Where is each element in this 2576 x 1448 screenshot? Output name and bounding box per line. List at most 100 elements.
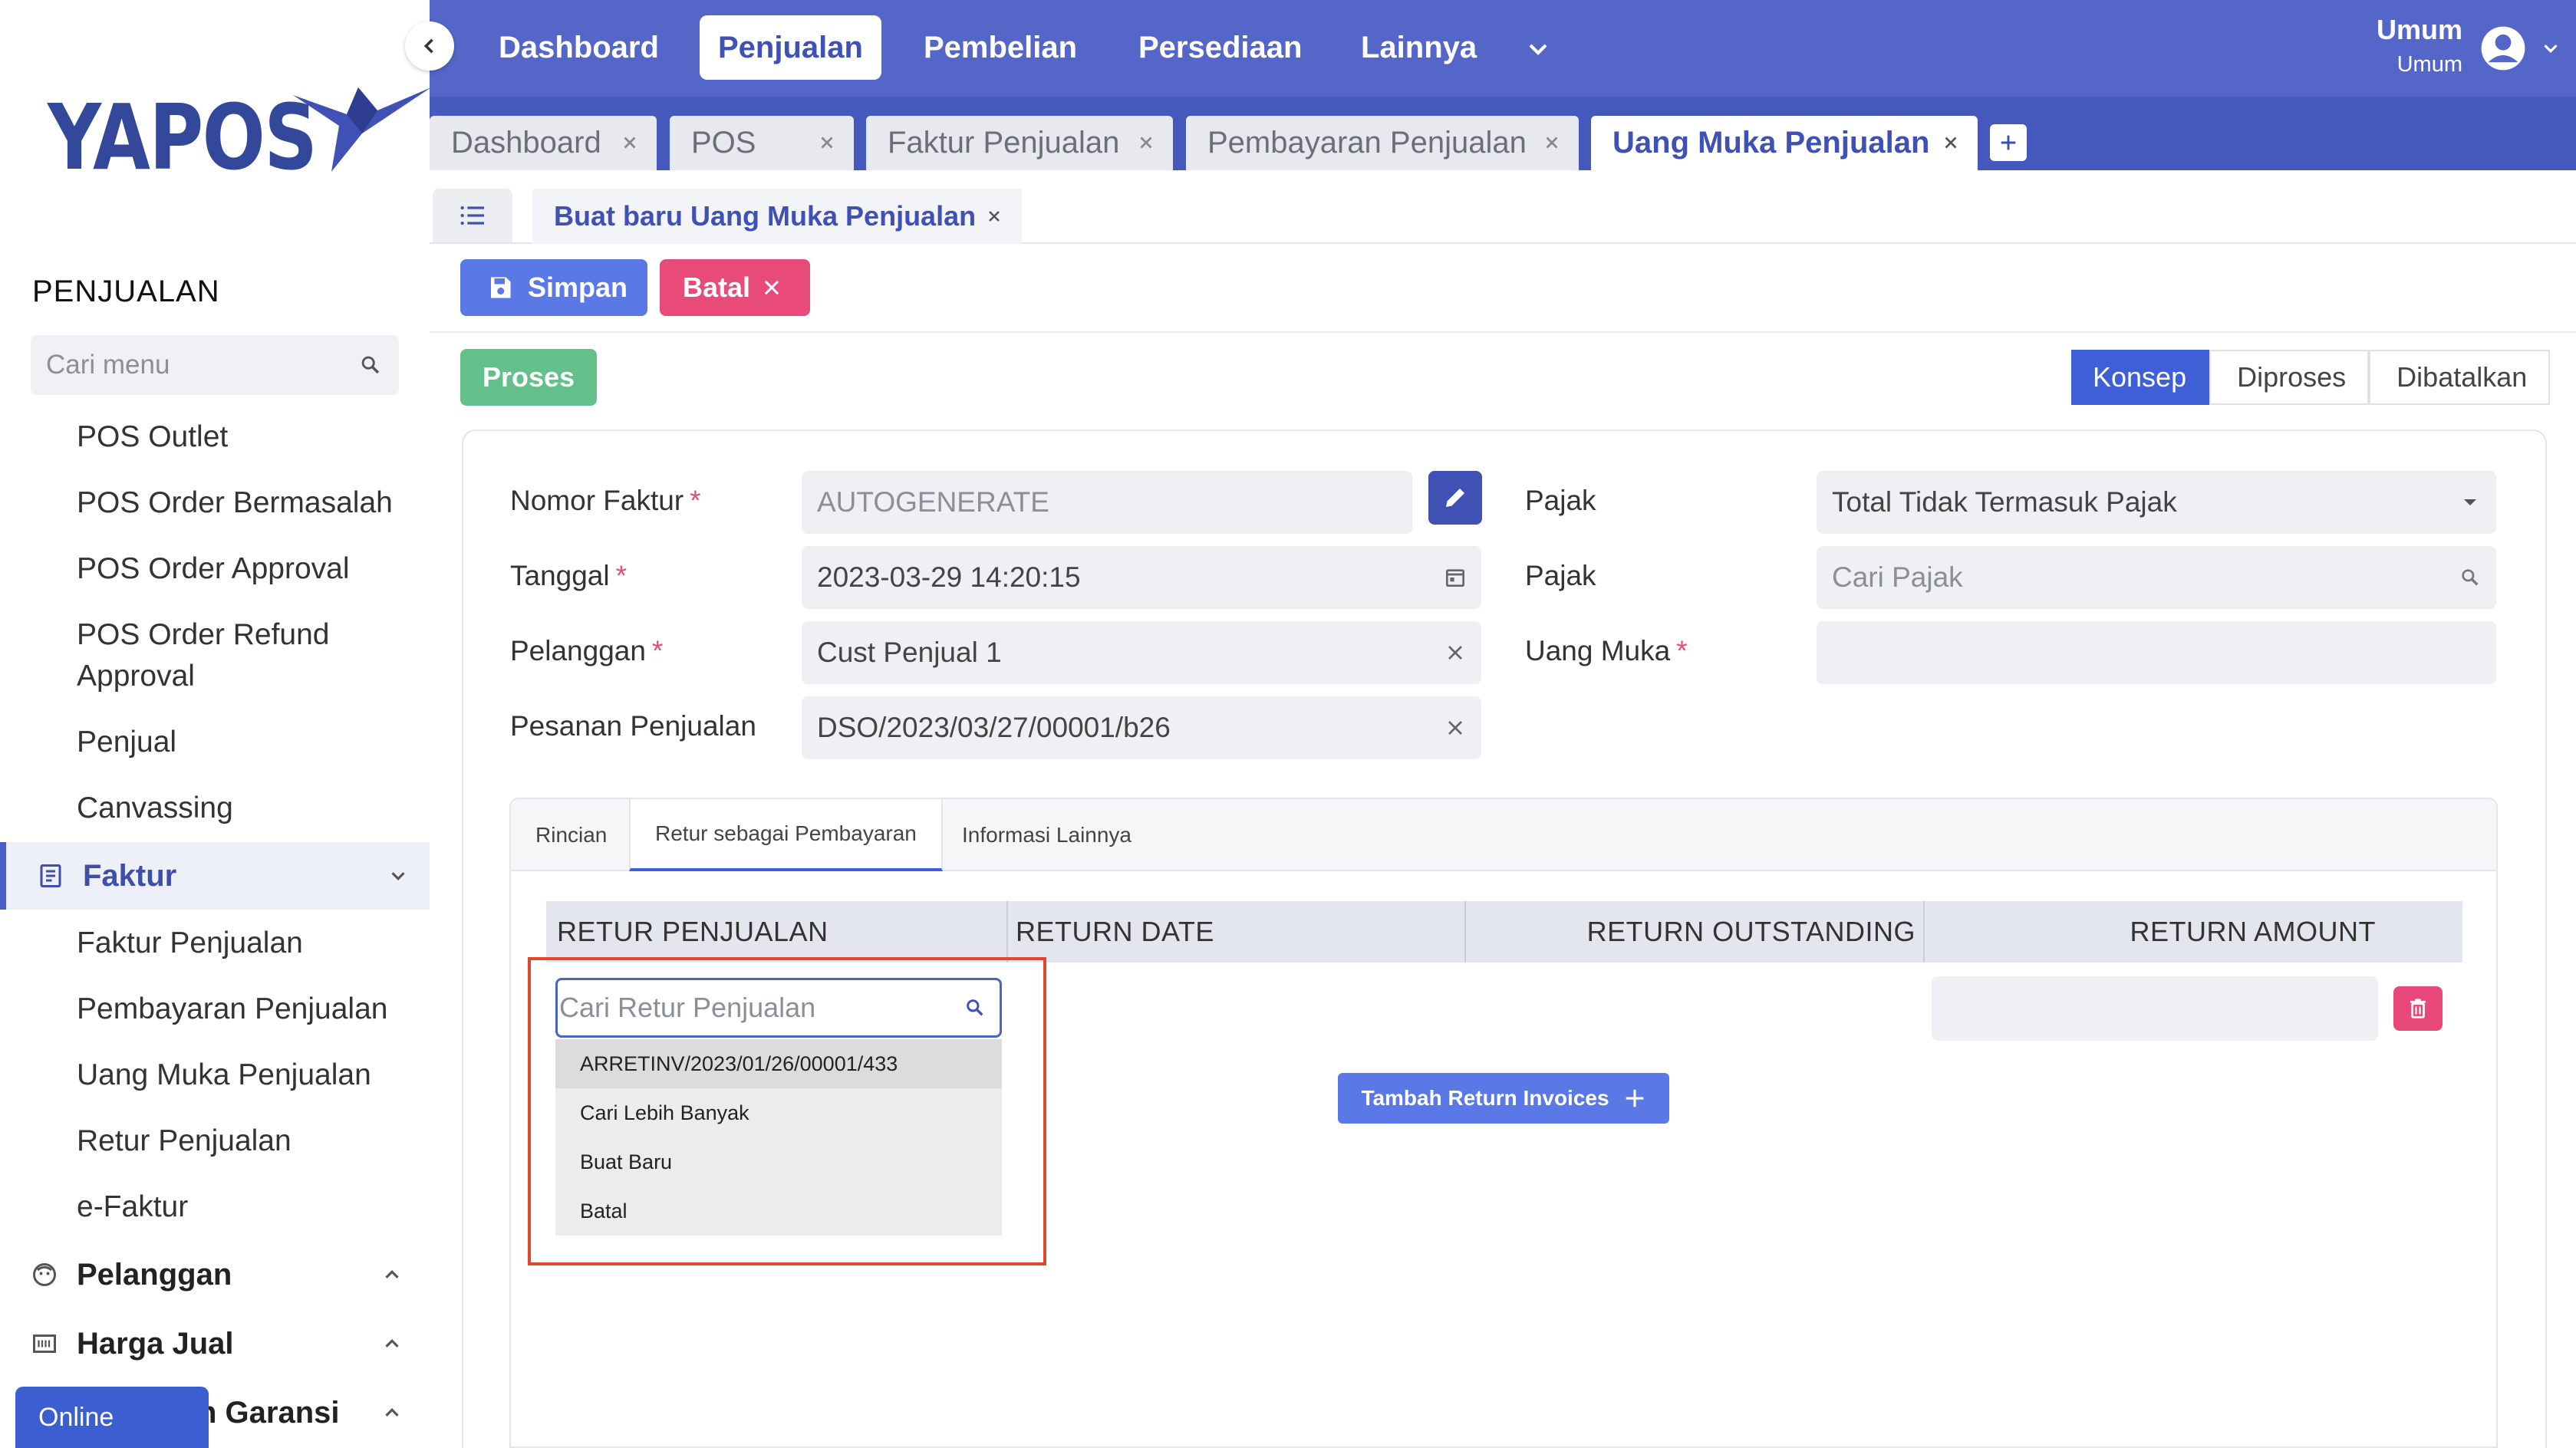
sidebar-item-pos-order-approval[interactable]: POS Order Approval (77, 548, 350, 590)
user-name: Umum (2376, 14, 2462, 45)
return-amount-input[interactable] (1932, 976, 2378, 1041)
sidebar-group-faktur[interactable]: Faktur (0, 842, 430, 910)
tanggal-value: 2023-03-29 14:20:15 (817, 561, 1081, 593)
column-header-return-outstanding: RETURN OUTSTANDING (1586, 916, 1916, 947)
pajak-search-field[interactable]: Cari Pajak (1817, 546, 2496, 609)
pesanan-penjualan-field[interactable]: DSO/2023/03/27/00001/b26 (802, 696, 1481, 759)
close-icon[interactable] (1136, 133, 1156, 153)
tab-uang-muka-penjualan[interactable]: Uang Muka Penjualan (1591, 116, 1978, 170)
plus-icon (1626, 1089, 1643, 1107)
list-view-button[interactable] (433, 189, 512, 242)
chevron-up-icon (385, 1270, 399, 1279)
column-header-return-date: RETURN DATE (1016, 916, 1214, 947)
chevron-down-icon[interactable] (2539, 37, 2562, 60)
cancel-label: Batal (683, 272, 751, 303)
tab-label: Faktur Penjualan (888, 126, 1120, 160)
sidebar-item-pos-order-refund-approval[interactable]: POS Order Refund Approval (77, 614, 384, 697)
cancel-button[interactable]: Batal (660, 259, 810, 316)
online-status-badge[interactable]: Online (15, 1387, 209, 1448)
tab-pos[interactable]: POS (670, 116, 854, 170)
sidebar-group-harga-jual[interactable]: Harga Jual (0, 1310, 430, 1377)
tanggal-field[interactable]: 2023-03-29 14:20:15 (802, 546, 1481, 609)
tab-faktur-penjualan[interactable]: Faktur Penjualan (866, 116, 1173, 170)
close-icon[interactable] (1941, 133, 1961, 153)
sidebar-item-pembayaran-penjualan[interactable]: Pembayaran Penjualan (77, 989, 387, 1030)
nav-pembelian[interactable]: Pembelian (905, 15, 1095, 80)
nav-lainnya[interactable]: Lainnya (1342, 15, 1495, 80)
pelanggan-value: Cust Penjual 1 (817, 637, 1002, 668)
column-header-return-amount: RETURN AMOUNT (2130, 916, 2376, 947)
save-label: Simpan (528, 272, 628, 303)
divider (430, 331, 2576, 333)
pajak-placeholder: Cari Pajak (1832, 561, 1963, 593)
required-mark: * (1676, 635, 1688, 666)
status-step-konsep: Konsep (2071, 350, 2210, 405)
bird-logo-icon (293, 87, 430, 172)
delete-row-button[interactable] (2393, 986, 2443, 1031)
pajak-type-select[interactable]: Total Tidak Termasuk Pajak (1817, 471, 2496, 534)
tab-dashboard[interactable]: Dashboard (430, 116, 657, 170)
save-button[interactable]: Simpan (460, 259, 647, 316)
pesanan-penjualan-label: Pesanan Penjualan (510, 710, 756, 742)
clear-icon[interactable] (1443, 716, 1468, 740)
uang-muka-field[interactable] (1817, 621, 2496, 684)
close-icon[interactable] (817, 133, 837, 153)
sidebar-group-label: Pelanggan (77, 1257, 232, 1292)
chevron-down-icon (391, 872, 405, 880)
tab-informasi-lainnya[interactable]: Informasi Lainnya (937, 799, 1156, 871)
tab-label: Dashboard (451, 126, 601, 160)
add-return-invoices-label: Tambah Return Invoices (1361, 1086, 1609, 1110)
nomor-faktur-label-text: Nomor Faktur (510, 485, 684, 516)
pelanggan-label: Pelanggan * (510, 635, 663, 667)
sidebar-search[interactable]: Cari menu (31, 335, 399, 395)
nomor-faktur-field[interactable]: AUTOGENERATE (802, 471, 1412, 534)
sidebar-group-pelanggan[interactable]: Pelanggan (0, 1241, 430, 1308)
tab-pembayaran-penjualan[interactable]: Pembayaran Penjualan (1186, 116, 1579, 170)
pajak-type-label: Pajak (1525, 485, 1596, 516)
clear-icon[interactable] (1443, 640, 1468, 665)
edit-nomor-button[interactable] (1428, 471, 1482, 525)
sidebar-item-penjual[interactable]: Penjual (77, 722, 176, 763)
status-step-diproses: Diproses (2209, 350, 2370, 405)
sidebar: YAPOS PENJUALAN Cari menu POS Outlet POS… (0, 0, 430, 1448)
sidebar-group-label: Faktur (83, 858, 177, 893)
nomor-faktur-label: Nomor Faktur * (510, 485, 701, 517)
tab-rincian[interactable]: Rincian (511, 799, 631, 871)
status-step-dibatalkan: Dibatalkan (2369, 350, 2551, 405)
receipt-icon (40, 864, 61, 887)
chevron-down-icon[interactable] (1523, 34, 1553, 64)
document-tab[interactable]: Buat baru Uang Muka Penjualan (532, 189, 1022, 244)
close-icon[interactable] (1542, 133, 1562, 153)
sidebar-item-retur-penjualan[interactable]: Retur Penjualan (77, 1121, 292, 1162)
nav-dashboard[interactable]: Dashboard (480, 15, 677, 80)
list-icon (460, 206, 484, 225)
sidebar-item-e-faktur[interactable]: e-Faktur (77, 1186, 188, 1228)
sidebar-item-pos-outlet[interactable]: POS Outlet (77, 416, 228, 458)
calendar-icon[interactable] (1443, 565, 1468, 590)
sidebar-collapse-button[interactable] (405, 21, 454, 71)
add-return-invoices-button[interactable]: Tambah Return Invoices (1338, 1073, 1669, 1124)
uang-muka-label: Uang Muka * (1525, 635, 1688, 667)
tab-retur-sebagai-pembayaran[interactable]: Retur sebagai Pembayaran (629, 799, 943, 871)
add-tab-button[interactable] (1990, 124, 2027, 161)
chevron-up-icon (385, 1339, 399, 1348)
chevron-left-icon (423, 38, 433, 54)
dropdown-arrow-icon (2464, 499, 2476, 505)
nav-penjualan[interactable]: Penjualan (700, 15, 881, 80)
sidebar-item-uang-muka-penjualan[interactable]: Uang Muka Penjualan (77, 1055, 371, 1096)
close-icon[interactable] (620, 133, 640, 153)
logo[interactable]: YAPOS (48, 84, 430, 190)
tanggal-label: Tanggal * (510, 560, 627, 592)
pelanggan-field[interactable]: Cust Penjual 1 (802, 621, 1481, 684)
close-icon[interactable] (985, 207, 1003, 225)
sidebar-item-faktur-penjualan[interactable]: Faktur Penjualan (77, 923, 303, 964)
avatar-icon[interactable] (2479, 25, 2527, 72)
nav-persediaan[interactable]: Persediaan (1120, 15, 1320, 80)
barcode-icon (33, 1334, 56, 1353)
sidebar-item-pos-order-bermasalah[interactable]: POS Order Bermasalah (77, 482, 393, 524)
search-icon (361, 356, 380, 374)
pajak-type-value: Total Tidak Termasuk Pajak (1832, 486, 2177, 518)
sidebar-item-canvassing[interactable]: Canvassing (77, 788, 233, 829)
face-icon (33, 1263, 56, 1286)
process-button[interactable]: Proses (460, 349, 597, 406)
